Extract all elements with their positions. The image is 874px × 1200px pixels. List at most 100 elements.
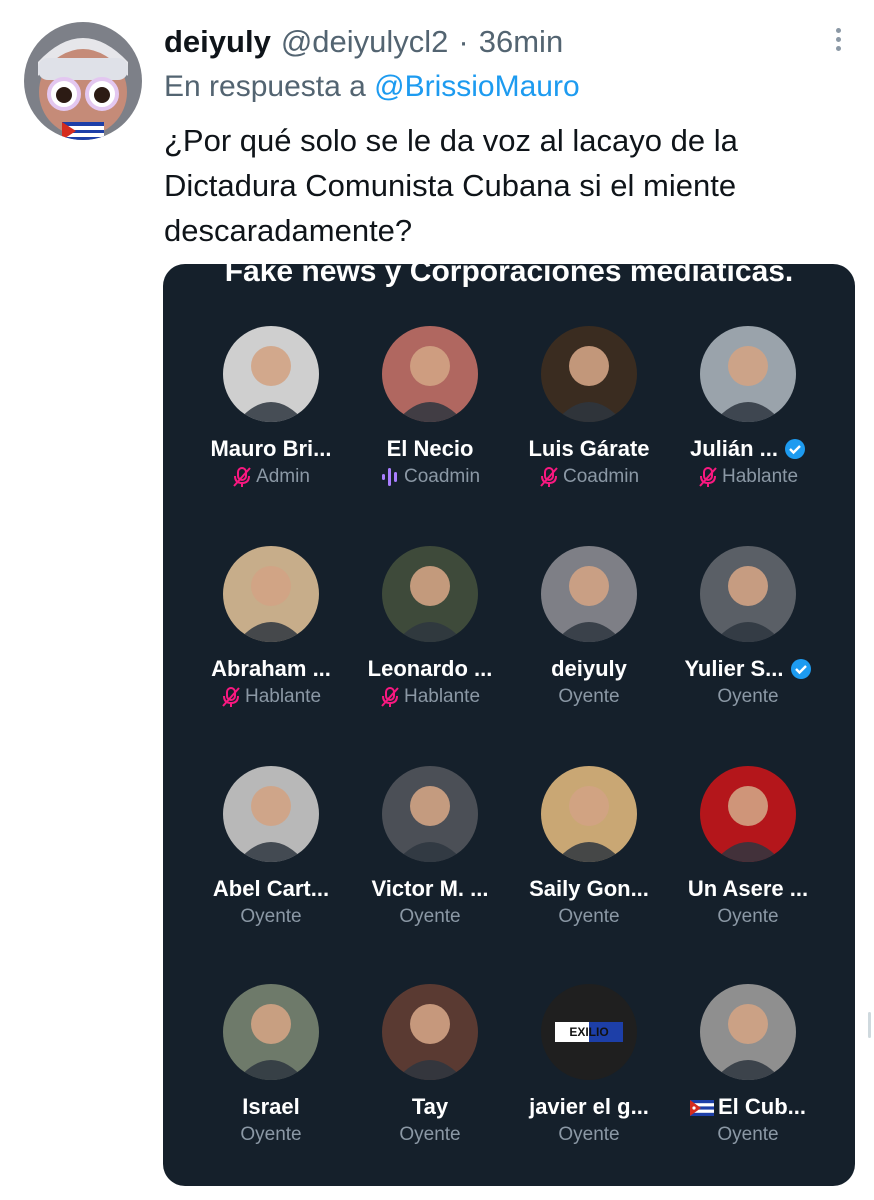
participant-name: Yulier S... — [664, 656, 832, 686]
participant-role: Coadmin — [346, 466, 514, 488]
participant-name-text: Leonardo ... — [367, 656, 493, 681]
participant-role-text: Hablante — [403, 686, 481, 707]
participant-name-text: Tay — [411, 1094, 449, 1119]
participant-avatar[interactable] — [382, 766, 478, 862]
verified-badge-icon — [784, 438, 806, 466]
mic-muted-icon — [221, 686, 241, 708]
participant-role: Oyente — [187, 1124, 355, 1146]
participant-name: Un Asere ... — [664, 876, 832, 902]
participant-name: Tay — [346, 1094, 514, 1120]
participant-name: El Cub... — [664, 1094, 832, 1122]
participant-role-text: Oyente — [240, 906, 302, 927]
participant-name: Saily Gon... — [505, 876, 673, 902]
participant-name: deiyuly — [505, 656, 673, 682]
participant-name: Abraham ... — [187, 656, 355, 682]
participant-role: Oyente — [505, 1124, 673, 1146]
verified-badge-icon — [790, 658, 812, 686]
participant-name-text: Saily Gon... — [529, 876, 649, 901]
cuban-flag-icon — [690, 1096, 714, 1122]
participant-role: Oyente — [346, 1124, 514, 1146]
participant-avatar[interactable] — [700, 326, 796, 422]
mic-muted-icon — [380, 686, 400, 708]
participant-avatar[interactable]: EXILIO — [541, 984, 637, 1080]
participant-avatar[interactable] — [223, 326, 319, 422]
participant-role-text: Oyente — [558, 906, 620, 927]
participant-avatar[interactable] — [382, 326, 478, 422]
participant-name: Leonardo ... — [346, 656, 514, 682]
participant-avatar[interactable] — [223, 984, 319, 1080]
participant-role: Oyente — [505, 906, 673, 928]
participant-avatar[interactable] — [541, 546, 637, 642]
participant-name-text: Abraham ... — [211, 656, 331, 681]
participant-name: Abel Cart... — [187, 876, 355, 902]
participant-avatar[interactable] — [223, 546, 319, 642]
participant-role-text: Oyente — [240, 1124, 302, 1145]
participant-avatar[interactable] — [700, 766, 796, 862]
participant-role-text: Oyente — [558, 686, 620, 707]
participant-name: javier el g... — [505, 1094, 673, 1120]
participant-avatar[interactable] — [700, 984, 796, 1080]
participant-role-text: Coadmin — [562, 466, 640, 487]
participant-role: Oyente — [187, 906, 355, 928]
reply-to-link[interactable]: @BrissioMauro — [374, 70, 580, 103]
participant-name: Julián ... — [664, 436, 832, 466]
participant-role: Hablante — [187, 686, 355, 708]
separator-dot: · — [458, 24, 469, 59]
participant-role-text: Oyente — [717, 686, 779, 707]
participant-role-text: Admin — [256, 466, 310, 487]
participant-name: Mauro Bri... — [187, 436, 355, 462]
participant-role: Oyente — [346, 906, 514, 928]
tweet-header: deiyuly @deiyulycl2 · 36min — [164, 22, 563, 62]
avatar-logo-text: EXILIO — [569, 1025, 609, 1039]
space-title: Fake news y Corporaciones mediáticas. — [224, 264, 794, 288]
participant-role: Oyente — [664, 686, 832, 708]
mic-muted-icon — [539, 466, 559, 488]
participant-role-text: Oyente — [717, 1124, 779, 1145]
participant-role: Hablante — [346, 686, 514, 708]
participant-role-text: Hablante — [721, 466, 799, 487]
participant-role: Hablante — [664, 466, 832, 488]
participant-name-text: Luis Gárate — [528, 436, 650, 461]
tweet: deiyuly @deiyulycl2 · 36min En respuesta… — [0, 0, 874, 1200]
participant-name: Israel — [187, 1094, 355, 1120]
participant-avatar[interactable] — [700, 546, 796, 642]
mic-muted-icon — [232, 466, 252, 488]
participant-name: Luis Gárate — [505, 436, 673, 462]
participant-role: Coadmin — [505, 466, 673, 488]
participant-avatar[interactable] — [223, 766, 319, 862]
mic-muted-icon — [698, 466, 718, 488]
participant-name: El Necio — [346, 436, 514, 462]
tweet-text: ¿Por qué solo se le da voz al lacayo de … — [164, 123, 738, 248]
reply-prefix: En respuesta a — [164, 70, 366, 103]
participant-name-text: Mauro Bri... — [210, 436, 332, 461]
participant-role: Oyente — [664, 1124, 832, 1146]
participant-name-text: javier el g... — [529, 1094, 649, 1119]
participant-role-text: Hablante — [244, 686, 322, 707]
participant-avatar[interactable] — [382, 546, 478, 642]
author-display-name[interactable]: deiyuly — [164, 24, 271, 60]
participant-role-text: Oyente — [399, 1124, 461, 1145]
participant-avatar[interactable] — [541, 326, 637, 422]
space-participants-card[interactable]: Fake news y Corporaciones mediáticas. Ma… — [163, 264, 855, 1186]
participant-name-text: Un Asere ... — [687, 876, 809, 901]
participant-role: Oyente — [505, 686, 673, 708]
tweet-timestamp[interactable]: 36min — [479, 24, 563, 60]
participant-name-text: deiyuly — [551, 656, 627, 681]
participant-name-text: Yulier S... — [684, 656, 784, 681]
author-handle[interactable]: @deiyulycl2 — [281, 24, 449, 60]
more-options-icon[interactable] — [818, 22, 858, 56]
participant-avatar[interactable] — [382, 984, 478, 1080]
participant-name-text: Abel Cart... — [212, 876, 330, 901]
participant-role-text: Oyente — [399, 906, 461, 927]
participant-role: Oyente — [664, 906, 832, 928]
participant-name-text: El Cub... — [718, 1094, 806, 1119]
author-avatar[interactable] — [24, 22, 142, 140]
participant-avatar[interactable] — [541, 766, 637, 862]
participant-name-text: Victor M. ... — [371, 876, 489, 901]
participant-role-text: Oyente — [717, 906, 779, 927]
participant-role-text: Oyente — [558, 1124, 620, 1145]
speaking-waveform-icon — [380, 466, 400, 488]
scrollbar-indicator[interactable] — [868, 1012, 871, 1038]
participant-role: Admin — [187, 466, 355, 488]
participant-name-text: El Necio — [386, 436, 474, 461]
